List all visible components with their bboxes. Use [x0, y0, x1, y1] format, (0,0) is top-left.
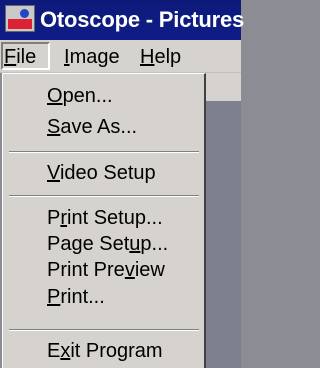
menu-item-video-setup[interactable]: Video Setup	[47, 162, 156, 185]
window-title: Otoscope - Pictures	[40, 7, 245, 32]
menu-item-print-setup[interactable]: Print Setup...	[47, 207, 163, 230]
menu-bar: File Image Help	[0, 40, 241, 73]
menu-help[interactable]: Help	[140, 46, 181, 69]
menu-item-exit-program[interactable]: Exit Program	[47, 340, 163, 363]
background-toolbar	[206, 73, 241, 102]
menu-image[interactable]: Image	[64, 46, 120, 69]
menu-item-print[interactable]: Print...	[47, 286, 105, 309]
menu-file[interactable]: File	[4, 46, 36, 69]
menu-item-open[interactable]: Open...	[47, 85, 113, 108]
app-icon-dot	[20, 9, 29, 18]
menu-separator	[9, 195, 199, 197]
menu-item-save-as[interactable]: Save As...	[47, 116, 137, 139]
app-icon[interactable]	[5, 5, 35, 32]
menu-item-print-preview[interactable]: Print Preview	[47, 259, 165, 282]
background-image-panel	[206, 101, 241, 368]
file-dropdown-menu: Open... Save As... Video Setup Print Set…	[2, 73, 206, 368]
menu-separator	[9, 329, 199, 331]
menu-item-page-setup[interactable]: Page Setup...	[47, 233, 168, 256]
app-icon-band	[8, 19, 32, 29]
title-bar: Otoscope - Pictures	[0, 0, 245, 40]
menu-separator	[9, 151, 199, 153]
